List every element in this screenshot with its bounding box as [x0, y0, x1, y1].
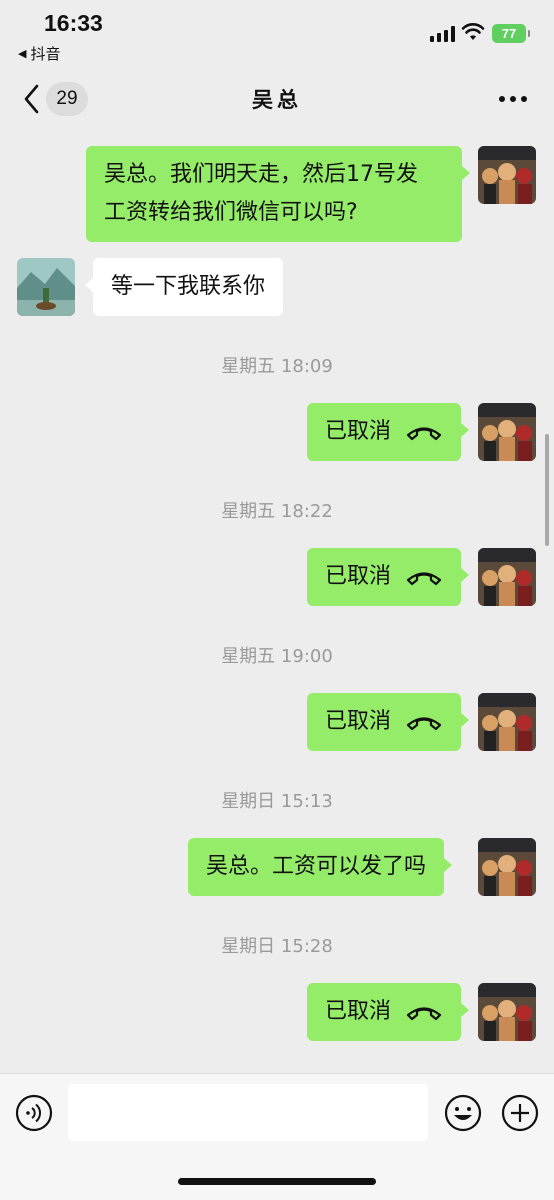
status-bar: 16:33 ◀ 抖音 77	[0, 0, 554, 70]
back-triangle-icon: ◀	[18, 47, 27, 60]
my-avatar[interactable]	[478, 983, 536, 1041]
more-dots-icon[interactable]	[499, 96, 527, 102]
call-record-bubble[interactable]: 已取消	[307, 403, 470, 461]
hang-up-icon	[406, 427, 442, 441]
chat-title: 吴总	[252, 88, 302, 112]
hang-up-icon	[406, 717, 442, 731]
my-avatar[interactable]	[478, 548, 536, 606]
call-status-text: 已取消	[325, 709, 392, 734]
home-indicator[interactable]	[178, 1178, 376, 1185]
message-timestamp: 星期五 18:22	[221, 501, 333, 522]
chat-header: 29 吴总	[0, 70, 554, 130]
my-avatar[interactable]	[478, 146, 536, 204]
back-app-label: 抖音	[30, 45, 61, 63]
message-input[interactable]	[68, 1084, 428, 1141]
battery-level: 77	[501, 26, 517, 41]
contact-avatar[interactable]	[17, 258, 75, 316]
battery-indicator: 77	[492, 24, 530, 43]
cellular-signal-icon	[430, 26, 455, 42]
message-bubble-incoming[interactable]: 等一下我联系你	[84, 258, 284, 316]
message-text-line: 工资转给我们微信可以吗?	[104, 200, 358, 225]
wifi-icon	[461, 23, 485, 40]
call-status-text: 已取消	[325, 564, 392, 589]
call-status-text: 已取消	[325, 419, 392, 444]
my-avatar[interactable]	[478, 403, 536, 461]
message-text: 吴总。工资可以发了吗	[206, 854, 427, 879]
call-status-text: 已取消	[325, 999, 392, 1024]
message-text: 等一下我联系你	[111, 274, 266, 299]
my-avatar[interactable]	[478, 693, 536, 751]
status-time: 16:33	[44, 10, 103, 36]
hang-up-icon	[406, 572, 442, 586]
hang-up-icon	[406, 1007, 442, 1021]
message-text-line: 吴总。我们明天走，然后17号发	[104, 162, 418, 187]
message-timestamp: 星期日 15:13	[221, 791, 333, 812]
plus-icon[interactable]	[501, 1094, 539, 1132]
my-avatar[interactable]	[478, 838, 536, 896]
emoji-icon[interactable]	[444, 1094, 482, 1132]
message-timestamp: 星期日 15:28	[221, 936, 333, 957]
call-record-bubble[interactable]: 已取消	[307, 548, 470, 606]
message-timestamp: 星期五 19:00	[221, 646, 333, 667]
back-to-app-link[interactable]: ◀ 抖音	[18, 43, 60, 64]
message-bubble-outgoing[interactable]: 吴总。工资可以发了吗	[188, 838, 453, 896]
message-bubble-outgoing[interactable]: 吴总。我们明天走，然后17号发 工资转给我们微信可以吗?	[86, 146, 470, 242]
message-timestamp: 星期五 18:09	[221, 356, 333, 377]
call-record-bubble[interactable]: 已取消	[307, 693, 470, 751]
call-record-bubble[interactable]: 已取消	[307, 983, 470, 1041]
scrollbar[interactable]	[545, 434, 549, 546]
voice-icon[interactable]	[15, 1094, 53, 1132]
